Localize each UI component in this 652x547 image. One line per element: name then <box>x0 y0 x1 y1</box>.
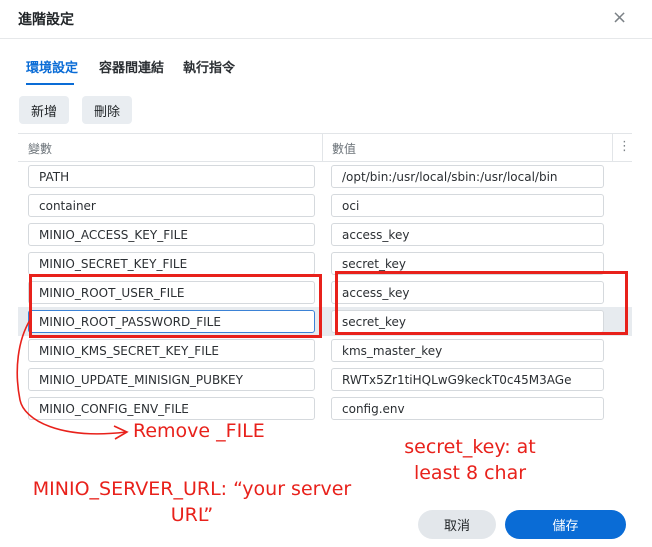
close-icon[interactable]: × <box>612 7 627 28</box>
value-field[interactable]: /opt/bin:/usr/local/sbin:/usr/local/bin <box>331 165 604 188</box>
column-menu-icon[interactable]: ⋮ <box>618 139 631 154</box>
column-header-value: 數值 <box>332 142 357 156</box>
value-field[interactable]: oci <box>331 194 604 217</box>
value-field[interactable]: kms_master_key <box>331 339 604 362</box>
annotation-secret-key: secret_key: at least 8 char <box>404 436 536 484</box>
dialog-titlebar: 進階設定 × <box>0 0 652 39</box>
value-field[interactable]: config.env <box>331 397 604 420</box>
table-row[interactable]: MINIO_ACCESS_KEY_FILE access_key <box>18 220 632 249</box>
value-field[interactable]: access_key <box>331 223 604 246</box>
save-button[interactable]: 儲存 <box>505 510 626 539</box>
cancel-button[interactable]: 取消 <box>418 510 496 539</box>
table-row[interactable]: PATH /opt/bin:/usr/local/sbin:/usr/local… <box>18 162 632 191</box>
column-separator <box>322 134 323 161</box>
delete-button[interactable]: 刪除 <box>82 96 133 124</box>
tab-bar: 環境設定 容器間連結 執行指令 <box>0 40 652 86</box>
variable-field[interactable]: PATH <box>28 165 315 188</box>
table-header: 變數 數值 ⋮ <box>18 134 632 162</box>
value-field[interactable]: RWTx5Zr1tiHQLwG9keckT0c45M3AGe <box>331 368 604 391</box>
table-row[interactable]: container oci <box>18 191 632 220</box>
tab-execution-command[interactable]: 執行指令 <box>183 57 235 76</box>
annotation-highlight-values <box>335 271 628 335</box>
column-header-variable: 變數 <box>28 142 53 156</box>
variable-field[interactable]: container <box>28 194 315 217</box>
dialog-title: 進階設定 <box>18 12 74 28</box>
variable-field[interactable]: MINIO_ACCESS_KEY_FILE <box>28 223 315 246</box>
annotation-server-url: MINIO_SERVER_URL: “your server URL” <box>32 478 352 526</box>
add-button[interactable]: 新增 <box>19 96 70 124</box>
tab-links[interactable]: 容器間連結 <box>99 57 164 76</box>
active-tab-indicator <box>26 83 74 85</box>
annotation-remove-file: Remove _FILE <box>133 420 265 442</box>
tab-environment[interactable]: 環境設定 <box>26 57 78 76</box>
variable-field[interactable]: MINIO_SECRET_KEY_FILE <box>28 252 315 275</box>
column-separator <box>612 134 613 161</box>
annotation-arrow-icon <box>16 319 129 440</box>
